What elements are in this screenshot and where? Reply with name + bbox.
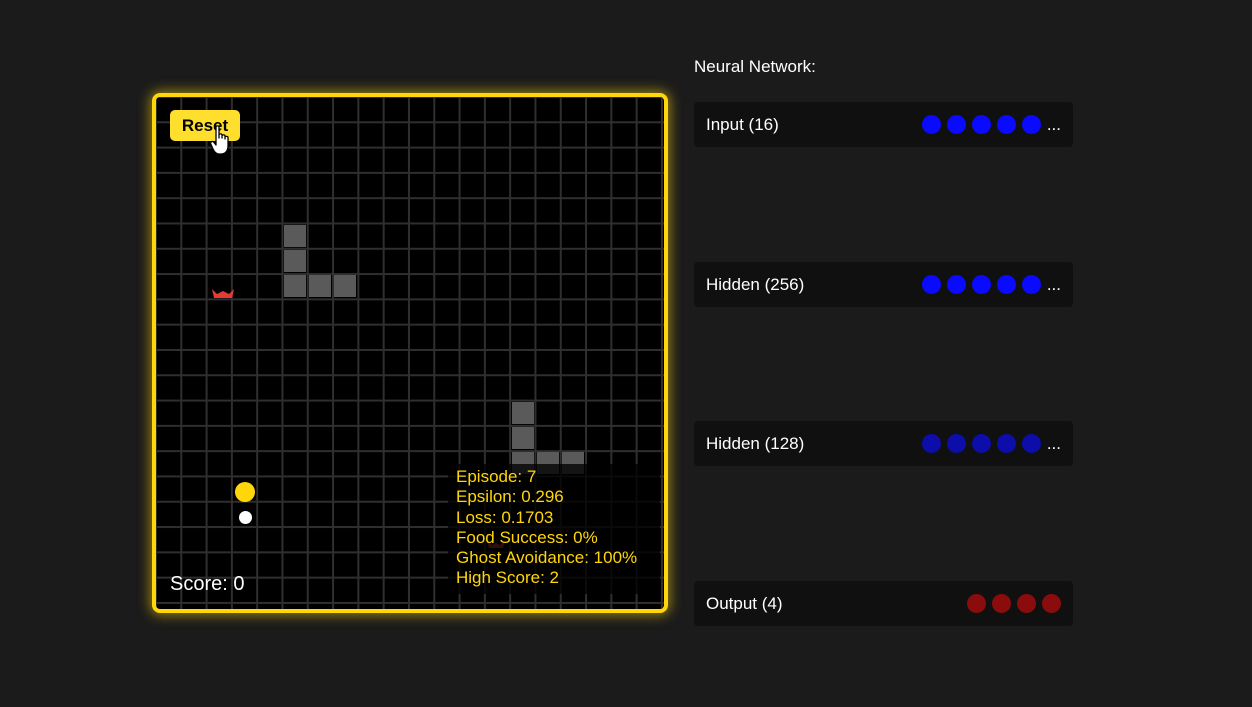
neural-network-title: Neural Network: (694, 57, 816, 76)
pacman-icon (235, 482, 255, 502)
hand-pointer-icon (210, 125, 229, 155)
neuron-dot (921, 434, 941, 453)
neuron-dot (971, 434, 991, 453)
pellet-icon (239, 511, 252, 524)
stat-high-score: High Score: 2 (456, 568, 559, 588)
neuron-dot (1021, 115, 1041, 134)
wall-block (334, 275, 356, 297)
neuron-dot (971, 115, 991, 134)
game-board: Episode: 7 Epsilon: 0.296 Loss: 0.1703 F… (152, 93, 668, 613)
stat-food-success: Food Success: 0% (456, 527, 598, 547)
layer-label: Hidden (256) (706, 275, 805, 294)
layer-input: Input (16) ... (694, 102, 1073, 147)
stat-epsilon: Epsilon: 0.296 (456, 487, 564, 507)
wall-block (512, 427, 534, 449)
neuron-dot (1021, 275, 1041, 294)
neuron-dot (946, 115, 966, 134)
neuron-ellipsis: ... (1046, 275, 1061, 294)
wall-block (284, 250, 306, 272)
neuron-row: ... (916, 434, 1061, 453)
layer-hidden-2: Hidden (128) ... (694, 421, 1073, 466)
stat-ghost-avoidance: Ghost Avoidance: 100% (456, 548, 638, 568)
neuron-row: ... (916, 115, 1061, 134)
layer-hidden-1: Hidden (256) ... (694, 262, 1073, 307)
wall-block (284, 275, 306, 297)
training-stats-panel: Episode: 7 Epsilon: 0.296 Loss: 0.1703 F… (448, 464, 660, 594)
neuron-dot (946, 275, 966, 294)
neuron-dot (992, 594, 1011, 613)
layer-label: Input (16) (706, 115, 779, 134)
ghost-icon (212, 289, 234, 298)
neuron-dot (1021, 434, 1041, 453)
stat-episode: Episode: 7 (456, 467, 537, 486)
wall-block (512, 402, 534, 424)
neuron-dot (921, 115, 941, 134)
neuron-row: ... (916, 275, 1061, 294)
neuron-dot (971, 275, 991, 294)
wall-block (309, 275, 331, 297)
stat-loss: Loss: 0.1703 (456, 507, 554, 527)
layer-label: Hidden (128) (706, 434, 805, 453)
neuron-dot (946, 434, 966, 453)
neuron-dot (996, 275, 1016, 294)
neuron-ellipsis: ... (1046, 115, 1061, 134)
neuron-dot (1042, 594, 1061, 613)
neuron-row (961, 594, 1061, 613)
neuron-dot (967, 594, 986, 613)
wall-block (284, 225, 306, 247)
neuron-dot (996, 115, 1016, 134)
score-display: Score: 0 (170, 573, 245, 595)
neuron-dot (996, 434, 1016, 453)
neuron-dot (921, 275, 941, 294)
layer-label: Output (4) (706, 594, 783, 613)
neuron-ellipsis: ... (1046, 434, 1061, 453)
neuron-dot (1017, 594, 1036, 613)
layer-output: Output (4) (694, 581, 1073, 626)
